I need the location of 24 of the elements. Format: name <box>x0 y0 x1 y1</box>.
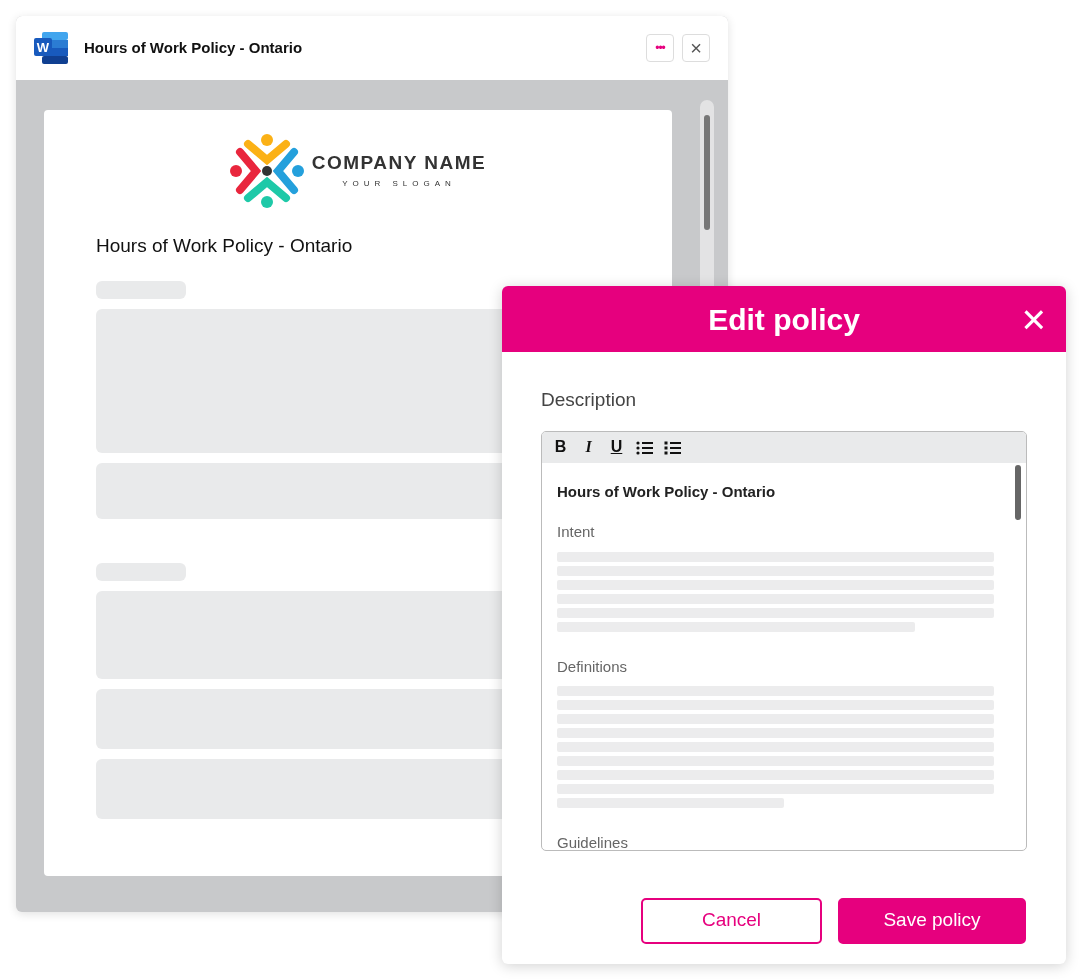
close-button[interactable]: × <box>1017 299 1050 341</box>
rich-text-editor[interactable]: B I U Hours of Work Policy - Ontario Intent Definitions Guidelines <box>541 430 1027 851</box>
document-heading: Hours of Work Policy - Ontario <box>96 234 354 258</box>
scrollbar-thumb[interactable] <box>704 115 710 230</box>
section-title: Definitions <box>557 656 629 677</box>
cancel-button[interactable]: Cancel <box>641 897 822 944</box>
numbered-list-button[interactable] <box>664 439 681 455</box>
more-button[interactable]: ••• <box>646 34 674 62</box>
save-button[interactable]: Save policy <box>838 897 1026 944</box>
italic-button[interactable]: I <box>580 439 597 455</box>
scrollbar-thumb[interactable] <box>1015 464 1021 520</box>
field-label: Description <box>541 388 638 412</box>
dialog-title: Edit policy <box>708 301 860 338</box>
underline-button[interactable]: U <box>608 439 625 455</box>
company-name: COMPANY NAME <box>311 152 487 172</box>
editor-heading: Hours of Work Policy - Ontario <box>557 481 777 502</box>
window-title: Hours of Work Policy - Ontario <box>84 37 303 58</box>
section-title: Guidelines <box>557 833 629 850</box>
bulleted-list-button[interactable] <box>636 439 653 455</box>
bold-button[interactable]: B <box>552 439 569 455</box>
section-title: Intent <box>557 522 596 542</box>
close-button[interactable]: × <box>682 34 710 62</box>
slogan: YOUR SLOGAN <box>341 177 457 190</box>
logo-icon <box>229 134 304 208</box>
